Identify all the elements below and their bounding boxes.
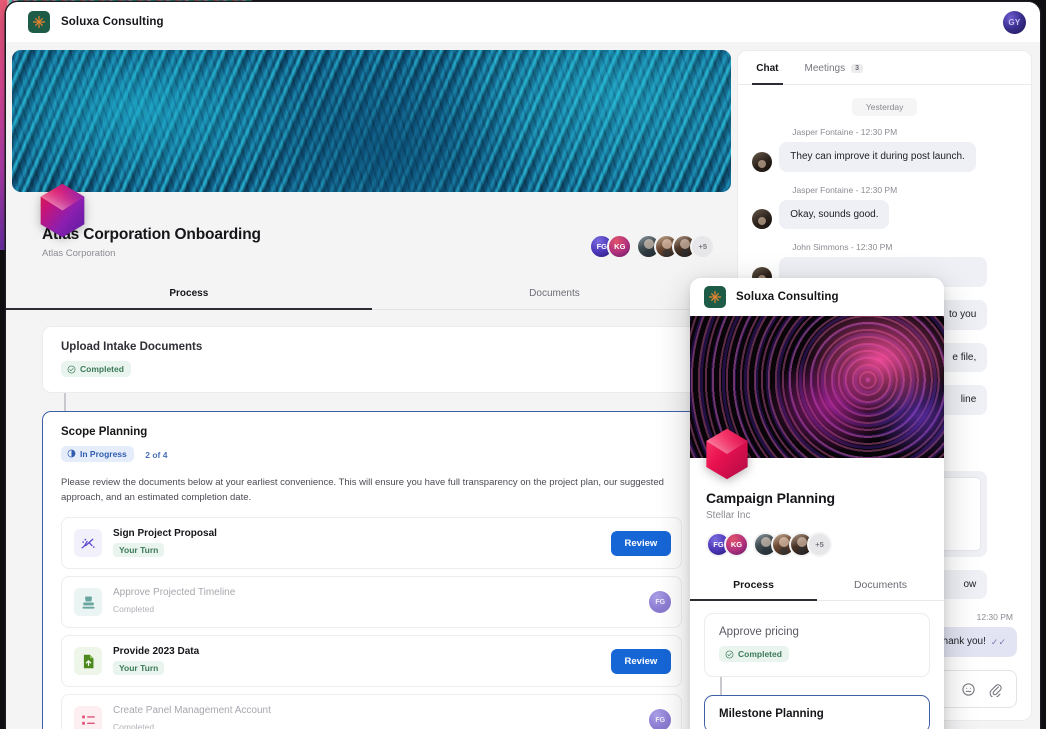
step-title-active: Scope Planning	[61, 425, 148, 438]
avatar-kg[interactable]: KG	[724, 532, 749, 557]
overlay-tabs: Process Documents	[690, 571, 944, 601]
avatar[interactable]	[752, 151, 773, 172]
list-item: They can improve it during post launch.	[752, 142, 1017, 172]
chat-day-divider: Yesterday	[752, 97, 1017, 116]
soluxa-logo-icon	[28, 11, 50, 33]
task-assignee-avatar[interactable]: FG	[649, 709, 672, 729]
task-assignee-avatar[interactable]: FG	[649, 591, 672, 614]
overlay-step-card-active[interactable]: Milestone Planning	[704, 694, 930, 729]
status-badge-label: Completed	[80, 364, 124, 374]
tab-meetings-label: Meetings	[804, 63, 846, 74]
brand[interactable]: Soluxa Consulting	[28, 11, 164, 33]
signature-icon	[74, 529, 102, 558]
task-status-badge: Completed	[113, 722, 155, 729]
task-name: Create Panel Management Account	[113, 705, 271, 717]
task-name: Sign Project Proposal	[113, 528, 217, 540]
table-row[interactable]: Approve Projected Timeline Completed FG	[61, 576, 683, 629]
step-card-completed[interactable]: Upload Intake Documents Completed	[42, 326, 702, 393]
task-name: Provide 2023 Data	[113, 646, 200, 658]
app-body: Atlas Corporation Onboarding Atlas Corpo…	[6, 42, 1040, 729]
overlay-tab-process[interactable]: Process	[690, 571, 817, 601]
overlay-banner-image	[690, 316, 944, 480]
message-timestamp: 12:30 PM	[976, 612, 1013, 622]
review-button[interactable]: Review	[610, 530, 672, 556]
overlay-step-title: Approve pricing	[719, 626, 799, 638]
overlay-brand-name: Soluxa Consulting	[736, 291, 839, 303]
file-upload-icon	[74, 647, 102, 676]
soluxa-logo-icon	[704, 286, 726, 308]
task-info: Create Panel Management Account Complete…	[113, 705, 649, 729]
read-receipt-icon: ✓✓	[990, 636, 1006, 647]
task-status-badge: Completed	[113, 604, 155, 615]
overlay-step-connector-line	[720, 676, 722, 695]
app-topbar: Soluxa Consulting GY	[6, 2, 1040, 42]
tab-documents[interactable]: Documents	[372, 279, 738, 309]
attachment-icon[interactable]	[988, 682, 1003, 697]
task-status-badge: Your Turn	[113, 661, 165, 676]
avatar-overflow-count[interactable]: +5	[807, 532, 832, 557]
step-connector-line	[64, 392, 66, 411]
step-progress-count: 2 of 4	[145, 450, 168, 460]
project-header: Atlas Corporation Onboarding Atlas Corpo…	[42, 226, 737, 259]
chat-tabs: Chat Meetings 3	[738, 51, 1031, 85]
tab-process[interactable]: Process	[6, 279, 372, 310]
main-content-column: Atlas Corporation Onboarding Atlas Corpo…	[6, 42, 738, 729]
avatar-overflow-count[interactable]: +5	[690, 234, 716, 259]
project-banner-image	[12, 50, 732, 192]
task-name: Approve Projected Timeline	[113, 587, 236, 599]
step-card-active[interactable]: Scope Planning In Progress 2 of 4 Please…	[42, 410, 702, 729]
step-description: Please review the documents below at you…	[61, 477, 664, 503]
overlay-step-title-active: Milestone Planning	[719, 707, 824, 720]
message-bubble: They can improve it during post launch.	[779, 142, 976, 172]
message-meta: Jasper Fontaine - 12:30 PM	[792, 127, 898, 137]
overlay-status-badge-completed: Completed	[719, 646, 789, 662]
overlay-status-badge-label: Completed	[738, 649, 782, 659]
avatar[interactable]	[752, 209, 773, 229]
half-moon-progress-icon	[67, 449, 76, 458]
list-item: Okay, sounds good.	[752, 199, 1017, 229]
table-row[interactable]: Sign Project Proposal Your Turn Review	[61, 517, 683, 570]
tab-meetings-badge: 3	[851, 64, 863, 73]
status-badge-completed: Completed	[61, 361, 131, 377]
overlay-page-title: Campaign Planning	[706, 490, 835, 506]
floating-preview-card[interactable]: Soluxa Consulting Campaign Planning Stel…	[690, 278, 944, 729]
chat-day-label: Yesterday	[851, 98, 918, 116]
stamp-icon	[74, 588, 102, 617]
tab-chat[interactable]: Chat	[752, 51, 783, 85]
overlay-topbar: Soluxa Consulting	[690, 278, 944, 316]
overlay-tab-documents[interactable]: Documents	[817, 571, 944, 600]
overlay-member-avatars[interactable]: FG KG +5	[706, 532, 928, 557]
overlay-project-subtitle: Stellar Inc	[706, 510, 751, 521]
tab-meetings[interactable]: Meetings 3	[805, 51, 863, 84]
app-window: Soluxa Consulting GY Atlas Corporation O…	[6, 2, 1040, 729]
status-badge-in-progress: In Progress	[61, 445, 134, 462]
project-tabs: Process Documents	[6, 279, 738, 310]
project-logo-icon	[40, 183, 85, 238]
form-checklist-icon	[74, 706, 102, 729]
message-meta: John Simmons - 12:30 PM	[792, 242, 893, 252]
emoji-icon[interactable]	[961, 682, 976, 697]
check-circle-icon	[725, 650, 734, 658]
task-info: Approve Projected Timeline Completed	[113, 587, 649, 617]
overlay-step-card-completed[interactable]: Approve pricing Completed	[704, 613, 930, 677]
process-area: Upload Intake Documents Completed Scope …	[6, 310, 737, 729]
task-status-badge: Your Turn	[113, 543, 165, 558]
step-title: Upload Intake Documents	[61, 341, 203, 353]
status-badge-label: In Progress	[80, 448, 127, 459]
check-circle-icon	[67, 365, 76, 373]
avatar-kg[interactable]: KG	[607, 234, 633, 259]
overlay-process-area: Approve pricing Completed Milestone Plan…	[690, 601, 944, 729]
project-member-avatars[interactable]: FG KG +5	[589, 234, 716, 259]
tab-chat-label: Chat	[756, 63, 779, 74]
task-info: Sign Project Proposal Your Turn	[113, 528, 611, 558]
table-row[interactable]: Create Panel Management Account Complete…	[61, 694, 683, 729]
message-meta: Jasper Fontaine - 12:30 PM	[792, 184, 898, 195]
brand-name: Soluxa Consulting	[61, 16, 164, 28]
review-button[interactable]: Review	[610, 648, 672, 674]
table-row[interactable]: Provide 2023 Data Your Turn Review	[61, 635, 683, 688]
message-bubble: Okay, sounds good.	[779, 199, 890, 229]
user-avatar[interactable]: GY	[1003, 10, 1026, 34]
overlay-project-logo-icon	[706, 428, 748, 480]
task-info: Provide 2023 Data Your Turn	[113, 646, 611, 676]
